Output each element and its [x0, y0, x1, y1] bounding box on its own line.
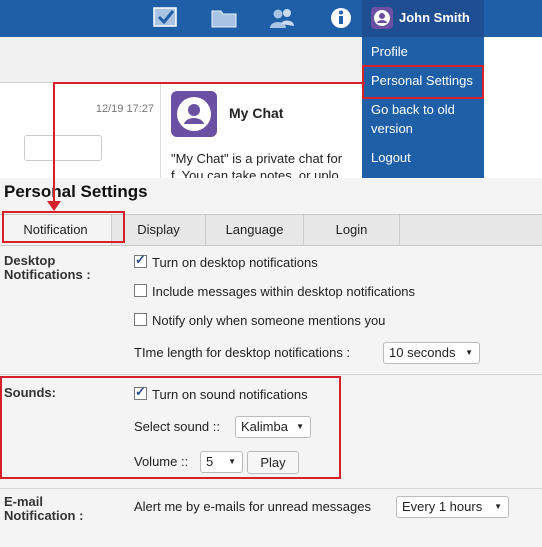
- time-length-value: 10 seconds: [389, 345, 456, 360]
- label-line: Notifications :: [4, 267, 91, 282]
- sub-toolbar: [0, 37, 362, 83]
- arrow-line: [53, 82, 365, 84]
- search-input[interactable]: [24, 135, 102, 161]
- option-label: Turn on desktop notifications: [152, 255, 318, 270]
- desktop-notify-checkbox[interactable]: [134, 252, 147, 268]
- mentions-only-checkbox[interactable]: [134, 313, 147, 326]
- user-name: John Smith: [399, 10, 470, 25]
- folder-icon[interactable]: [210, 6, 238, 30]
- time-length-select[interactable]: 10 seconds ▼: [383, 342, 480, 364]
- desktop-notifications-label: Desktop Notifications :: [4, 254, 91, 282]
- info-icon[interactable]: [328, 6, 354, 30]
- users-icon[interactable]: [268, 6, 296, 30]
- chevron-down-icon: ▼: [494, 502, 502, 511]
- checkbox-icon[interactable]: [152, 6, 180, 30]
- arrow-head-icon: [47, 201, 61, 211]
- mentions-only-option[interactable]: Notify only when someone mentions you: [134, 313, 385, 328]
- menu-item-profile[interactable]: Profile: [371, 42, 408, 61]
- divider: [0, 374, 542, 375]
- option-label: Notify only when someone mentions you: [152, 313, 386, 328]
- menu-item-old-version[interactable]: Go back to old version: [371, 100, 481, 138]
- highlight-box: [362, 65, 484, 99]
- label-line: Desktop: [4, 253, 56, 268]
- divider: [0, 488, 542, 489]
- user-menu-button[interactable]: John Smith: [362, 0, 484, 37]
- menu-item-logout[interactable]: Logout: [371, 148, 411, 167]
- panel-title: Personal Settings: [4, 182, 148, 201]
- tab-display[interactable]: Display: [112, 215, 206, 245]
- email-notification-label: E-mail Notification :: [4, 495, 83, 523]
- chat-title: My Chat: [229, 105, 284, 121]
- option-label: Include messages within desktop notifica…: [152, 284, 416, 299]
- timestamp: 12/19 17:27: [95, 103, 154, 115]
- chat-description-line: f. You can take notes, or uplo: [171, 168, 339, 178]
- arrow-line: [53, 82, 55, 204]
- label-line: E-mail: [4, 494, 44, 509]
- chat-avatar-icon: [171, 91, 217, 137]
- desktop-notify-option[interactable]: Turn on desktop notifications: [134, 252, 318, 270]
- user-dropdown-menu: Profile Personal Settings Go back to old…: [362, 37, 484, 178]
- include-messages-checkbox[interactable]: [134, 284, 147, 297]
- chevron-down-icon: ▼: [465, 348, 473, 357]
- email-frequency-value: Every 1 hours: [402, 499, 483, 514]
- chat-preview: My Chat "My Chat" is a private chat for …: [163, 83, 362, 178]
- time-length-label: TIme length for desktop notifications :: [134, 345, 351, 360]
- highlight-box: [2, 211, 125, 243]
- user-avatar-icon: [371, 7, 393, 29]
- include-messages-option[interactable]: Include messages within desktop notifica…: [134, 284, 415, 299]
- tab-login[interactable]: Login: [304, 215, 400, 245]
- highlight-box: [0, 376, 341, 479]
- email-frequency-select[interactable]: Every 1 hours ▼: [396, 496, 509, 518]
- tab-language[interactable]: Language: [206, 215, 304, 245]
- chat-description-line: "My Chat" is a private chat for: [171, 151, 343, 166]
- chat-list-pane: 12/19 17:27: [0, 83, 161, 178]
- label-line: Notification :: [4, 508, 84, 523]
- chat-description: "My Chat" is a private chat for f. You c…: [171, 150, 361, 178]
- email-alert-label: Alert me by e-mails for unread messages: [134, 499, 371, 514]
